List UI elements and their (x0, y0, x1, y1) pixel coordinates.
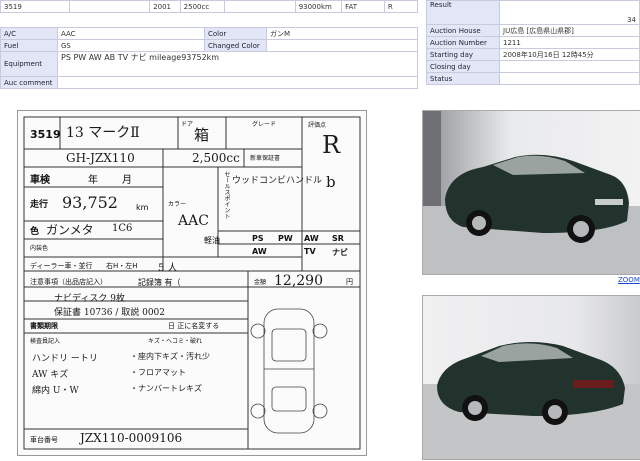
sheet-color-label-2: カラー (168, 201, 187, 208)
closing-day-label: Closing day (426, 60, 500, 73)
sheet-mileage: 93,752 (62, 193, 118, 212)
sheet-inspector-note-3: 綿内 U・W (32, 386, 79, 396)
closing-day-value (499, 60, 640, 73)
spec-table: A/C AAC Color ガンM Fuel GS Changed Color … (0, 27, 418, 89)
sheet-color-code: 1C6 (112, 223, 133, 234)
sheet-note-1: ナビディスク 9枚 (54, 294, 125, 304)
sheet-score: R (322, 131, 341, 159)
sheet-score-label: 評価点 (308, 122, 327, 129)
sheet-inspector-note-5: ・フロアマット (130, 368, 186, 377)
sheet-body-type: 箱 (194, 126, 210, 144)
starting-day-label: Starting day (426, 48, 500, 61)
sheet-equip-navi: ナビ (332, 248, 348, 257)
sheet-plate-label: 車台番号 (30, 436, 58, 444)
displacement-cell: 2500cc (179, 0, 225, 13)
sheet-inspector-note-2: AW キズ (32, 370, 69, 380)
equipment-label: Equipment (0, 51, 58, 77)
model-cell (68, 0, 151, 13)
sheet-equip-pw: PW (278, 234, 293, 243)
auction-sheet-image[interactable]: 3519 13 マークⅡ ドア 箱 グレード 評価点 R GH-JZX110 2… (17, 110, 367, 456)
auction-comment-value (57, 76, 418, 89)
car-front-image (423, 111, 640, 274)
sheet-interior-label: 内装色 (30, 245, 49, 252)
result-label: Result (426, 0, 500, 25)
mileage-cell: 93000km (294, 0, 343, 13)
sheet-interior-score: b (326, 173, 336, 191)
sheet-inspector-note-1: ハンドリ ートリ (32, 354, 98, 364)
result-value: 34 (499, 0, 640, 25)
sheet-price-label: 金額 (254, 279, 267, 286)
color-label: Color (204, 27, 267, 40)
sheet-shaken-label: 車検 (30, 175, 50, 186)
sheet-price-unit: 円 (346, 278, 353, 286)
year-cell: 2001 (149, 0, 181, 13)
sheet-selling-point: ウッドコンビハンドル (232, 176, 323, 186)
sheet-shaken-month: 月 (122, 175, 132, 186)
fuel-value: GS (57, 39, 205, 52)
sheet-lot-number: 3519 (30, 128, 61, 141)
status-label: Status (426, 72, 500, 85)
sheet-dealer-label: ディーラー車・並行 (30, 262, 93, 270)
sheet-inspector-note-4: ・座内下キズ・汚れ少 (130, 352, 210, 361)
lot-number-cell: 3519 (0, 0, 70, 13)
sheet-selling-label: セールスポイント (223, 171, 230, 219)
sheet-documents-note: 日 正に名変する (168, 322, 220, 330)
auction-house-value: JU広島 [広島県山県郡] (499, 24, 640, 37)
changed-color-value (266, 39, 418, 52)
changed-color-label: Changed Color (204, 39, 267, 52)
transmission-cell: FAT (341, 0, 385, 13)
sheet-record-label: 記録簿 有（ (138, 278, 181, 287)
sheet-equip-ps: PS (252, 234, 264, 243)
sheet-inspector-note-6: ・ナンバートレキズ (130, 384, 202, 393)
sheet-shaken-year: 年 (88, 175, 98, 186)
sheet-new-cert-label: 新車保証書 (250, 155, 281, 162)
car-photo-rear[interactable] (422, 295, 640, 460)
sheet-equip-sr: SR (332, 234, 344, 243)
car-photo-front[interactable] (422, 110, 640, 275)
sheet-mileage-label: 走行 (30, 200, 49, 210)
auction-comment-label: Auc comment (0, 76, 58, 89)
sheet-mileage-unit: km (136, 203, 149, 212)
auction-house-label: Auction House (426, 24, 500, 37)
car-rear-image (423, 296, 640, 459)
rating-cell: R (383, 0, 419, 13)
ac-label: A/C (0, 27, 58, 40)
zoom-link[interactable]: ZOOM (618, 276, 640, 284)
ac-value: AAC (57, 27, 205, 40)
sheet-cc: 2,500cc (192, 151, 240, 165)
starting-day-value: 2008年10月16日 12時45分 (499, 48, 640, 61)
sheet-price: 12,290 (274, 273, 323, 289)
auction-number-value: 1211 (499, 36, 640, 49)
grade-cell (223, 0, 296, 13)
sheet-color: ガンメタ (46, 223, 94, 237)
sheet-documents-label: 書類期限 (30, 322, 58, 330)
auction-number-label: Auction Number (426, 36, 500, 49)
status-value (499, 72, 640, 85)
sheet-steering-label: 右H・左H (106, 262, 138, 270)
sheet-chassis-number: JZX110-0009106 (80, 431, 183, 445)
sheet-inspector-header: キズ・ヘコミ・破れ (148, 338, 203, 345)
sheet-notes-label: 注意事項（出品店記入） (30, 278, 107, 286)
sheet-note-2: 保証書 10736 / 取説 0002 (54, 308, 166, 318)
sheet-equip-aw2: AW (252, 247, 267, 256)
sheet-equip-aw: AW (304, 234, 319, 243)
sheet-equip-tv: TV (304, 247, 316, 256)
sheet-chassis: GH-JZX110 (66, 151, 135, 165)
sheet-seats: 5 人 (158, 263, 178, 274)
fuel-label: Fuel (0, 39, 58, 52)
equipment-value: PS PW AW AB TV ナビ mileage93752km (57, 51, 418, 77)
color-value: ガンM (266, 27, 418, 40)
sheet-ac: AAC (178, 213, 209, 229)
sheet-model: 13 マークⅡ (66, 125, 140, 141)
sheet-fuel-label: 軽油 (204, 236, 220, 245)
sheet-grade-label: グレード (252, 121, 277, 128)
lot-summary-table: 3519 2001 2500cc 93000km FAT R (0, 0, 419, 13)
sheet-color-label: 色 (30, 227, 40, 237)
auction-info-table: Result 34 Auction House JU広島 [広島県山県郡] Au… (426, 0, 640, 85)
sheet-inspector-label: 検査員記入 (30, 338, 61, 345)
sheet-doors-label: ドア (181, 121, 194, 128)
